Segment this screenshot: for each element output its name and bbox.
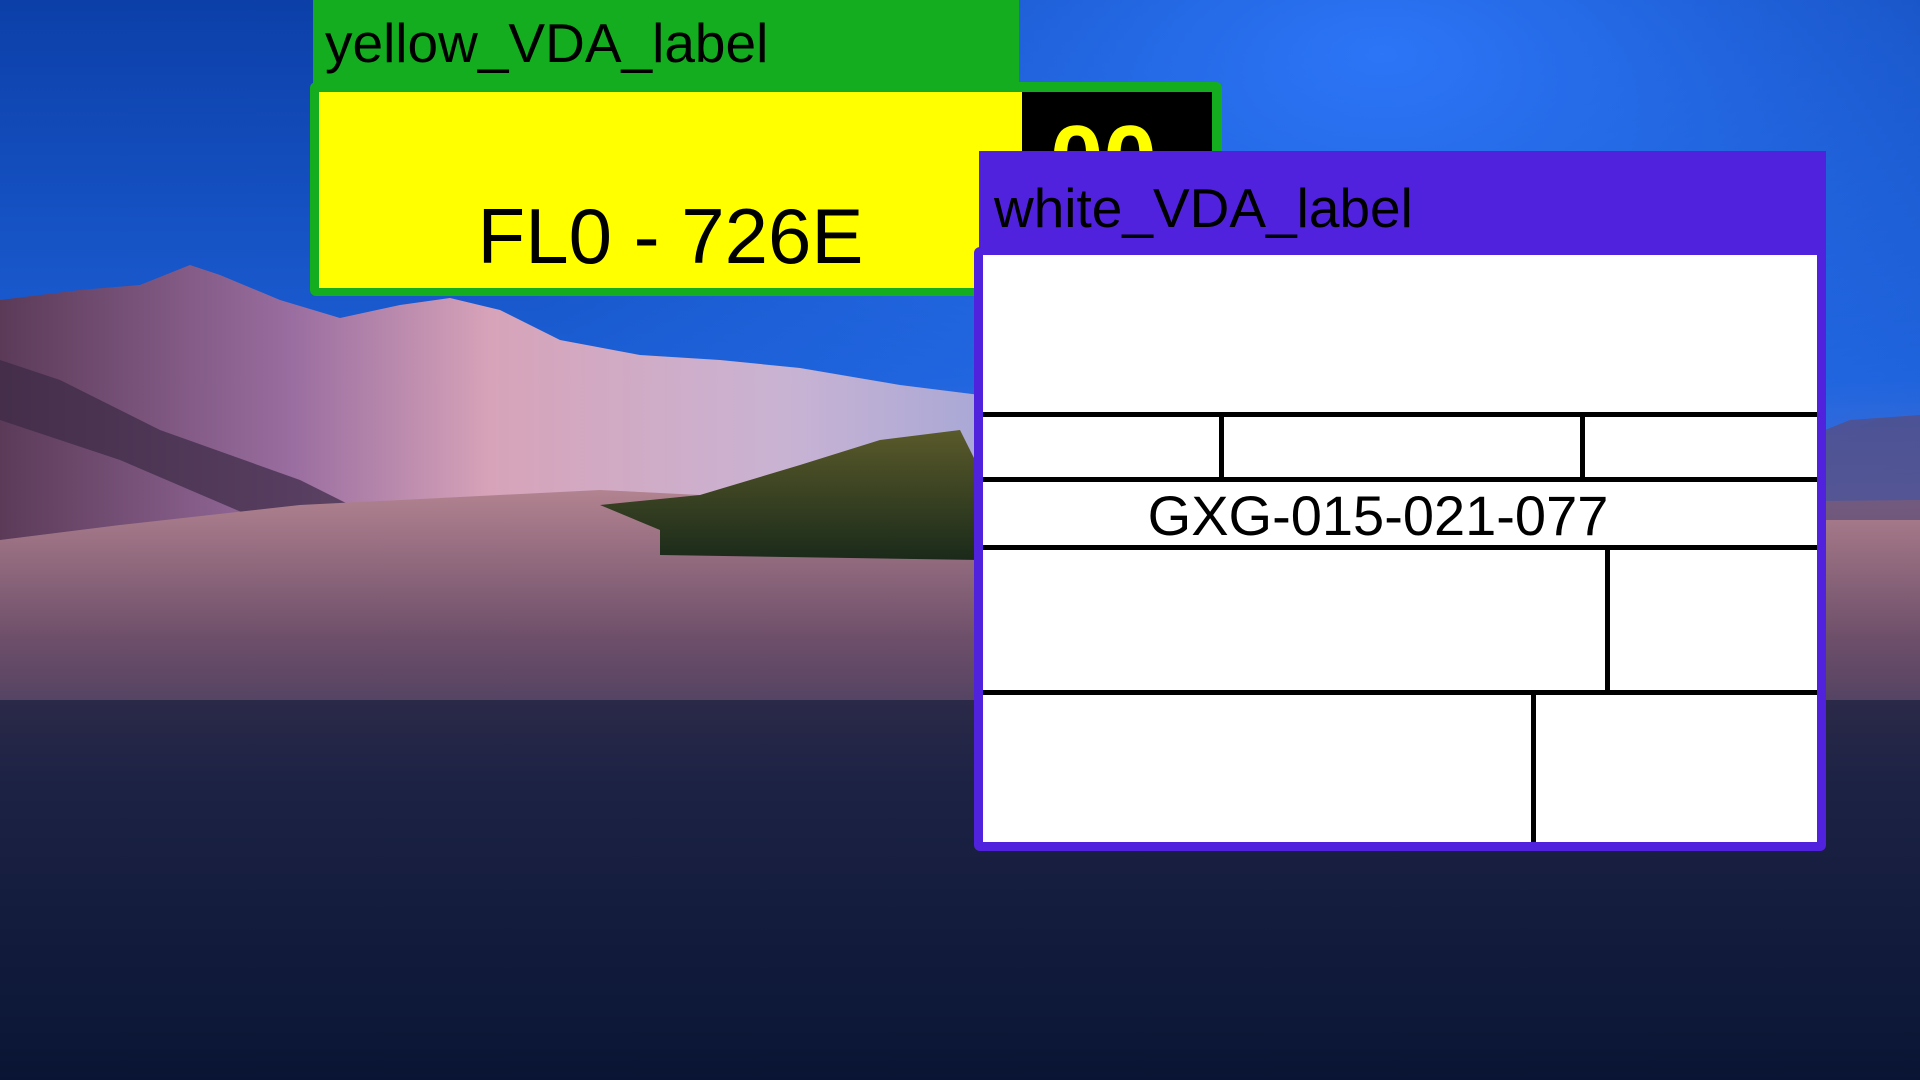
white-window-title: white_VDA_label [994, 177, 1413, 239]
label-divider [983, 545, 1817, 550]
white-window-title-bar[interactable]: white_VDA_label [979, 151, 1826, 253]
label-cell-divider [1580, 412, 1585, 479]
white-label-code: GXG-015-021-077 [1147, 484, 1609, 547]
desktop: yellow_VDA_label 00 FL0 - 726E white_VDA… [0, 0, 1920, 1080]
label-cell-divider [1219, 412, 1224, 479]
label-divider [983, 477, 1817, 482]
white-label: GXG-015-021-077 [983, 255, 1817, 842]
label-cell-divider [1531, 690, 1536, 842]
yellow-window-title-bar[interactable]: yellow_VDA_label [313, 0, 1019, 86]
yellow-window-title: yellow_VDA_label [325, 12, 769, 74]
label-divider [983, 412, 1817, 417]
yellow-label-plate-number: FL0 - 726E [477, 192, 864, 280]
label-divider [983, 690, 1817, 695]
white-vda-window[interactable]: white_VDA_label GXG-015-021-077 [974, 151, 1826, 851]
label-cell-divider [1605, 545, 1610, 692]
